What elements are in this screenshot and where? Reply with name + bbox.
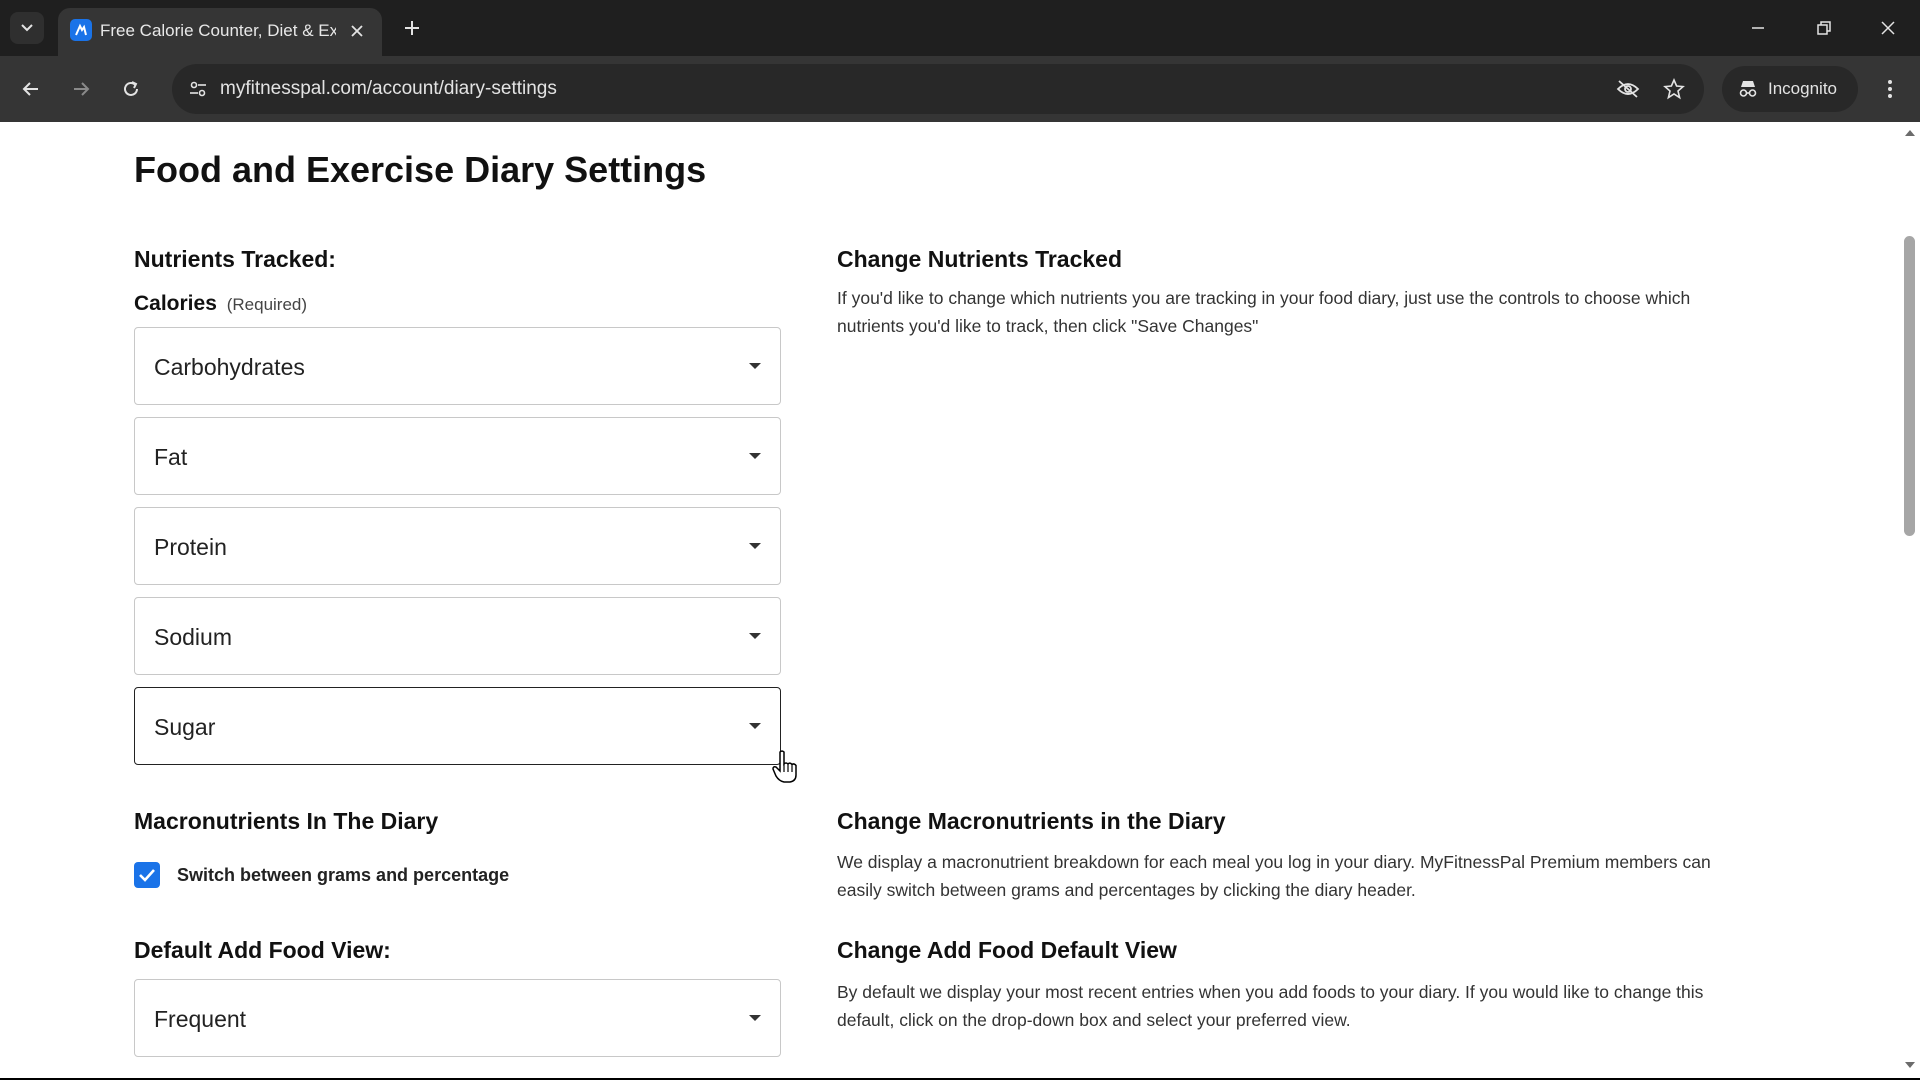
restore-icon: [1817, 21, 1831, 35]
select-value: Frequent: [154, 1006, 247, 1032]
macronutrients-heading: Macronutrients In The Diary: [134, 808, 439, 834]
caret-down-icon: [748, 631, 762, 641]
incognito-icon: [1736, 77, 1760, 101]
bookmark-star-icon[interactable]: [1658, 73, 1690, 105]
change-add-food-view-heading: Change Add Food Default View: [837, 937, 1177, 963]
new-tab-button[interactable]: [396, 12, 428, 44]
select-value: Fat: [154, 444, 188, 470]
select-value: Protein: [154, 534, 227, 560]
change-macronutrients-heading: Change Macronutrients in the Diary: [837, 808, 1226, 834]
calories-required-text: (Required): [226, 295, 308, 314]
more-vertical-icon: [1888, 80, 1892, 98]
browser-window: Free Calorie Counter, Diet & Exercise Jo…: [0, 0, 1920, 1078]
default-add-food-view-heading: Default Add Food View:: [134, 937, 391, 963]
address-bar[interactable]: myfitnesspal.com/account/diary-settings: [172, 64, 1704, 114]
nutrient-select-5[interactable]: Sugar: [134, 687, 781, 765]
scroll-up-arrow-icon[interactable]: [1904, 128, 1916, 138]
add-food-view-select[interactable]: Frequent: [134, 979, 781, 1057]
grams-percentage-checkbox[interactable]: [134, 862, 160, 888]
select-value: Sugar: [154, 714, 216, 740]
change-macronutrients-description: We display a macronutrient breakdown for…: [837, 852, 1711, 900]
checkmark-icon: [139, 869, 155, 882]
nutrient-select-4[interactable]: Sodium: [134, 597, 781, 675]
page-content: Food and Exercise Diary Settings Nutrien…: [0, 122, 1920, 1078]
caret-down-icon: [748, 361, 762, 371]
select-value: Carbohydrates: [154, 354, 305, 380]
hand-cursor-icon: [772, 750, 797, 783]
caret-down-icon: [748, 451, 762, 461]
incognito-label: Incognito: [1768, 79, 1837, 98]
page-scrollbar[interactable]: [1900, 122, 1920, 1078]
select-value: Sodium: [154, 624, 232, 650]
page-title: Food and Exercise Diary Settings: [134, 149, 707, 190]
browser-toolbar: myfitnesspal.com/account/diary-settings …: [0, 56, 1920, 122]
plus-icon: [405, 21, 419, 35]
arrow-left-icon: [22, 82, 38, 96]
caret-down-icon: [748, 1013, 762, 1023]
calories-label: Calories (Required): [134, 290, 307, 319]
nutrient-select-3[interactable]: Protein: [134, 507, 781, 585]
tab-search-button[interactable]: [10, 12, 44, 44]
eye-off-icon[interactable]: [1612, 73, 1644, 105]
url-text: myfitnesspal.com/account/diary-settings: [220, 78, 557, 99]
close-icon: [1881, 21, 1895, 35]
nutrient-select-2[interactable]: Fat: [134, 417, 781, 495]
close-window-button[interactable]: [1858, 8, 1918, 48]
back-button[interactable]: [12, 70, 50, 108]
browser-menu-button[interactable]: [1872, 70, 1908, 108]
change-nutrients-description: If you'd like to change which nutrients …: [837, 288, 1691, 336]
reload-button[interactable]: [112, 70, 150, 108]
incognito-indicator[interactable]: Incognito: [1722, 66, 1858, 112]
scroll-down-arrow-icon[interactable]: [1904, 1060, 1916, 1070]
nutrient-select-1[interactable]: Carbohydrates: [134, 327, 781, 405]
close-tab-icon[interactable]: [344, 18, 370, 44]
arrow-right-icon: [74, 82, 90, 96]
change-nutrients-heading: Change Nutrients Tracked: [837, 246, 1123, 272]
myfitnesspal-favicon-icon: [70, 19, 92, 41]
forward-button[interactable]: [62, 70, 100, 108]
reload-icon: [124, 81, 138, 96]
calories-text: Calories: [134, 292, 217, 315]
site-info-icon[interactable]: [182, 73, 214, 105]
browser-tab[interactable]: Free Calorie Counter, Diet & Exercise Jo…: [58, 8, 382, 56]
caret-down-icon: [748, 721, 762, 731]
tab-title: Free Calorie Counter, Diet & Exercise Jo…: [100, 21, 336, 40]
tab-strip: Free Calorie Counter, Diet & Exercise Jo…: [0, 0, 1920, 56]
grams-percentage-label[interactable]: Switch between grams and percentage: [177, 863, 509, 887]
caret-down-icon: [748, 541, 762, 551]
change-add-food-view-description: By default we display your most recent e…: [837, 982, 1704, 1030]
scrollbar-thumb[interactable]: [1904, 236, 1915, 536]
minimize-icon: [1752, 27, 1764, 29]
restore-button[interactable]: [1794, 8, 1854, 48]
chevron-down-icon: [21, 24, 33, 32]
minimize-button[interactable]: [1728, 8, 1788, 48]
nutrients-tracked-heading: Nutrients Tracked:: [134, 246, 336, 272]
